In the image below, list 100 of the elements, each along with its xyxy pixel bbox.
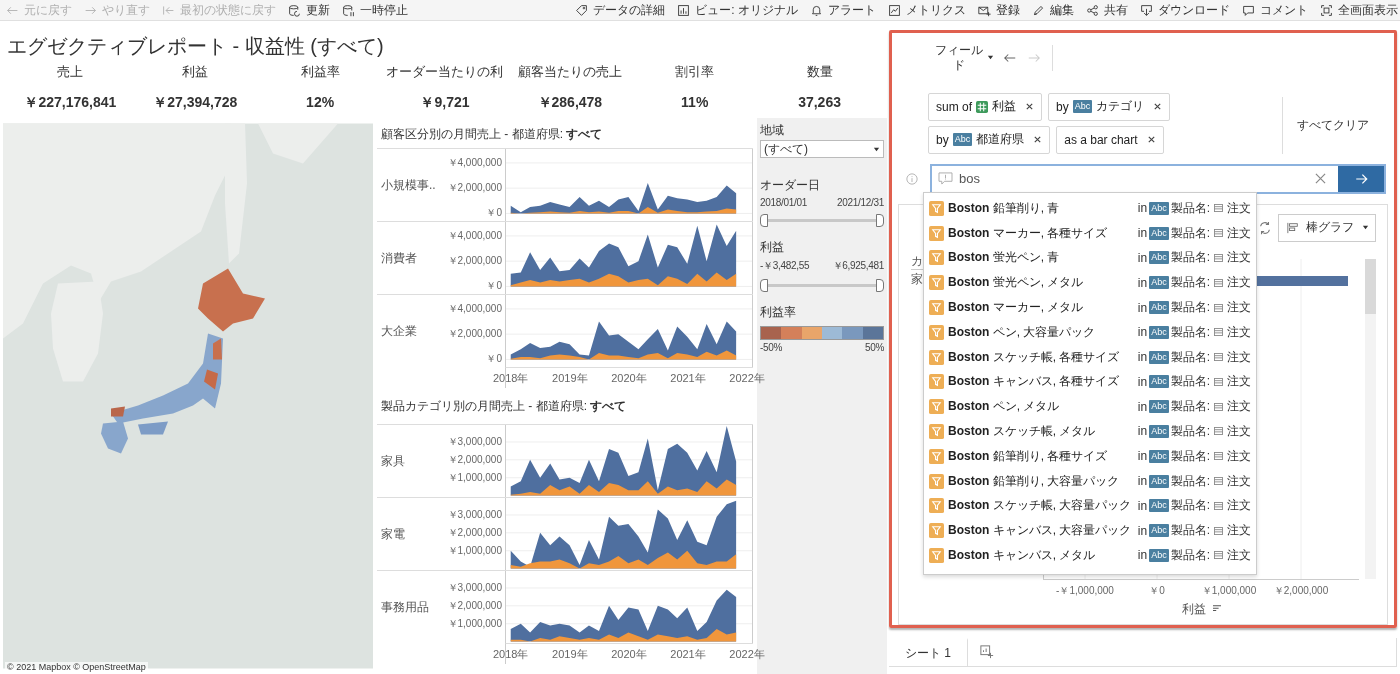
toolbar-button[interactable]: 全画面表示 [1320,1,1398,19]
add-sheet-icon[interactable] [980,645,994,659]
scope-label: in [1137,201,1148,216]
swap-icon[interactable] [1258,220,1272,235]
toolbar-button[interactable]: 登録 [978,1,1020,19]
kpi-value: 12% [306,93,335,111]
table-icon [1214,253,1223,262]
suggestion-text[interactable]: Boston スケッチ帳, 各種サイズ [948,348,1134,366]
sort-icon[interactable] [1211,605,1222,614]
toolbar-button[interactable]: ビュー: オリジナル [677,1,798,19]
filter-icon [929,300,944,315]
slider-handle[interactable] [760,214,768,227]
bar-arrow-icon [162,3,175,17]
suggestion-text[interactable]: Boston スケッチ帳, メタル [948,423,1134,440]
text-type-badge: Abc [1149,251,1169,265]
suggestion-text[interactable]: Boston ペン, メタル [948,398,1134,416]
submit-button[interactable] [1338,165,1384,192]
text-type-badge: Abc [1149,226,1169,240]
suggestion-text[interactable]: Boston 鉛筆削り, 各種サイズ [948,447,1134,465]
dropdown[interactable]: (すべて) [760,140,884,158]
close-icon[interactable] [1033,135,1043,145]
data-source-name: 注文 [1227,398,1251,416]
fields-button[interactable]: フィールド [934,42,994,73]
table-icon [1214,526,1223,535]
slider-handle[interactable] [876,279,884,292]
suggestion-text[interactable]: Boston マーカー, メタル [948,299,1134,316]
toolbar-button[interactable]: コメント [1242,1,1308,19]
close-icon[interactable] [1146,135,1156,145]
toolbar-button[interactable]: アラート [810,1,876,19]
clear-all-button[interactable]: すべてクリア [1297,116,1369,134]
filter-label: 利益 [760,240,785,255]
table-icon [1214,477,1223,486]
axis-label: ￥1,000,000 [446,617,502,630]
filter-icon [929,349,944,365]
suggestion-text[interactable]: Boston 蛍光ペン, メタル [948,274,1134,292]
filter-icon [929,399,944,415]
suggestion-text[interactable]: Boston 鉛筆削り, 青 [948,199,1134,217]
toolbar-button[interactable]: 一時停止 [342,1,408,19]
caret-icon [1362,224,1369,232]
close-icon[interactable] [1153,102,1163,112]
table-icon [1214,377,1223,386]
axis-label: ￥2,000,000 [446,328,502,341]
search-bar[interactable]: bos [930,163,1386,194]
axis-label: ￥2,000,000 [446,526,502,539]
scope-label: in [1137,226,1148,241]
axis-label: 2021年 [670,647,706,662]
toolbar-button[interactable]: ダウンロード [1140,1,1230,19]
data-source-name: 注文 [1227,447,1251,465]
pencil-icon [1032,3,1045,17]
query-pill[interactable]: by Abc カテゴリ [1048,92,1171,121]
scope-label: in [1137,250,1148,265]
axis-label: 2019年 [552,371,588,386]
filter-icon [929,200,944,216]
scrollbar[interactable] [1365,258,1376,579]
toolbar-button[interactable]: 共有 [1086,1,1128,19]
dashboard-title: エグゼクティブレポート - 収益性 (すべて) [6,34,385,59]
toolbar-button[interactable]: 編集 [1032,1,1074,19]
text-type-badge: Abc [1149,301,1169,314]
suggestion-text[interactable]: Boston ペン, 大容量パック [948,323,1134,341]
table-icon [1214,204,1223,213]
suggestion-text[interactable]: Boston キャンバス, 各種サイズ [948,373,1134,391]
axis-label: ￥2,000,000 [446,599,502,612]
axis-label: ￥4,000,000 [446,302,502,315]
scope-label: in [1137,350,1148,365]
suggestion-text[interactable]: Boston キャンバス, メタル [948,546,1134,564]
axis-label: ￥3,000,000 [446,508,502,521]
row-label: 家具 [381,452,405,470]
suggestion-text[interactable]: Boston マーカー, 各種サイズ [948,224,1134,242]
clear-icon[interactable] [1315,173,1326,185]
suggestion-text[interactable]: Boston スケッチ帳, 大容量パック [948,497,1134,515]
data-source-name: 注文 [1227,546,1251,564]
query-pill[interactable]: sum of 利益 [928,92,1042,121]
axis-label: -￥1,000,000 [1056,583,1114,598]
axis-label: 2022年 [729,371,765,386]
toolbar-button[interactable]: 更新 [288,1,330,19]
axis-label: ￥1,000,000 [446,544,502,557]
slider-handle[interactable] [760,279,768,292]
text-type-badge: Abc [952,133,973,147]
suggestion-text[interactable]: Boston 鉛筆削り, 大容量パック [948,472,1134,490]
query-pill[interactable]: as a bar chart [1056,125,1164,154]
filter-icon [929,473,944,489]
suggestion-text[interactable]: Boston キャンバス, 大容量パック [948,522,1134,540]
query-pill[interactable]: by Abc 都道府県 [928,125,1051,154]
kpi-label: オーダー当たりの利 [386,63,504,81]
toolbar-button[interactable]: データの詳細 [575,1,666,19]
filter-icon [929,374,944,390]
speech-bubble-icon [938,172,953,186]
range-slider[interactable] [760,214,884,226]
table-icon [1214,427,1223,436]
axis-label: 2018年 [493,371,529,386]
data-source-name: 注文 [1227,299,1251,316]
search-field[interactable]: bos [953,171,1315,187]
slider-handle[interactable] [876,214,884,227]
kpi-label: 顧客当たりの売上 [517,63,622,81]
toolbar-button[interactable]: メトリクス [888,1,966,19]
data-source-name: 注文 [1227,323,1251,341]
close-icon[interactable] [1025,102,1034,112]
chart-type-dropdown[interactable]: 棒グラフ [1278,213,1376,242]
range-slider[interactable] [760,279,884,291]
scope-label: in [1137,300,1148,315]
